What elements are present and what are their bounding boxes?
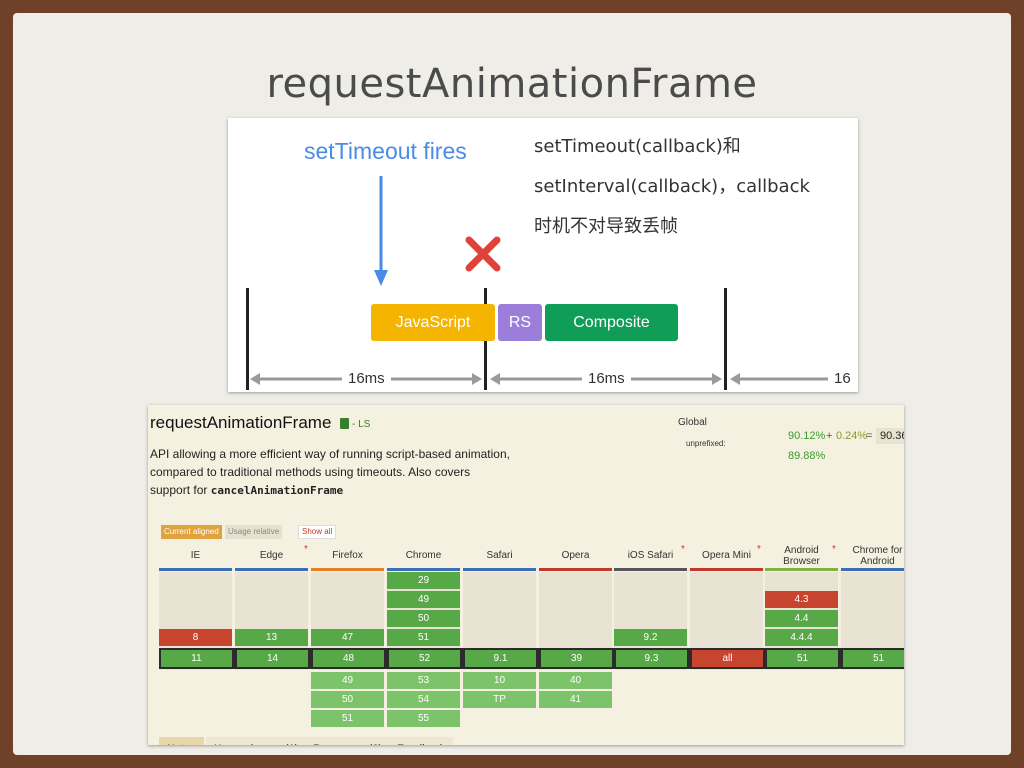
description-code: cancelAnimationFrame [210, 484, 344, 497]
version-cell[interactable]: 4.3 [765, 591, 838, 608]
browser-name: Firefox [332, 550, 363, 561]
browser-name: Safari [486, 550, 513, 561]
version-cell[interactable]: 53 [387, 672, 460, 689]
browser-underline [765, 568, 838, 571]
settimeout-fires-label: setTimeout fires [304, 138, 467, 164]
browser-name: Chrome [405, 550, 442, 561]
current-version-cell[interactable]: 48 [313, 650, 384, 667]
star-icon: * [757, 544, 761, 555]
version-cell[interactable]: 9.2 [614, 629, 687, 646]
browser-underline [614, 568, 687, 571]
global-label: Global [678, 417, 707, 428]
slide-title: requestAnimationFrame [266, 61, 758, 107]
browser-underline [690, 568, 763, 571]
current-version-cell[interactable]: all [692, 650, 763, 667]
browser-name: iOS Safari [627, 550, 674, 561]
browser-name: Android Browser [783, 545, 820, 567]
version-cell[interactable]: 10 [463, 672, 536, 689]
feature-description: API allowing a more efficient way of run… [148, 445, 510, 500]
browser-underline [311, 568, 384, 571]
tab-notes[interactable]: Notes [159, 737, 204, 745]
version-cell[interactable]: 41 [539, 691, 612, 708]
frame-timing-diagram: setTimeout fires setTimeout(callback)和 s… [228, 118, 858, 392]
tab-known-issues[interactable]: Known issues (1) [206, 737, 307, 745]
tab-feedback[interactable]: Feedback [389, 737, 454, 745]
browser-underline [159, 568, 232, 571]
browser-underline [235, 568, 308, 571]
browser-underline [841, 568, 904, 571]
current-version-cell[interactable]: 52 [389, 650, 460, 667]
global-supported: 90.12% [788, 430, 826, 442]
version-cell[interactable]: TP [463, 691, 536, 708]
browser-name: Edge [259, 550, 284, 561]
timeline-arrows [250, 373, 828, 385]
caniuse-panel: requestAnimationFrame - LS API allowing … [148, 405, 904, 745]
current-version-cell[interactable]: 11 [161, 650, 232, 667]
global-plus: + [826, 430, 833, 442]
version-cell[interactable]: 51 [387, 629, 460, 646]
version-cell[interactable]: 51 [311, 710, 384, 727]
version-cell[interactable]: 50 [311, 691, 384, 708]
browser-underline [539, 568, 612, 571]
browser-underline [387, 568, 460, 571]
browser-name: Opera Mini [702, 550, 751, 561]
current-aligned-toggle[interactable]: Current aligned [161, 525, 222, 539]
current-version-cell[interactable]: 9.3 [616, 650, 687, 667]
version-cell[interactable]: 4.4.4 [765, 629, 838, 646]
duration-label: 16ms [582, 370, 631, 387]
version-cell[interactable]: 40 [539, 672, 612, 689]
note-line-2: setInterval(callback)，callback [534, 176, 810, 197]
star-icon: * [304, 544, 308, 555]
version-cell[interactable]: 8 [159, 629, 232, 646]
version-cell[interactable]: 49 [311, 672, 384, 689]
note-line-3: 时机不对导致丢帧 [534, 216, 678, 237]
usage-relative-toggle[interactable]: Usage relative [225, 525, 283, 539]
version-cell[interactable]: 50 [387, 610, 460, 627]
browser-name: Opera [561, 550, 590, 561]
spec-doc-icon [340, 418, 349, 429]
version-cell[interactable]: 47 [311, 629, 384, 646]
version-cell[interactable]: 49 [387, 591, 460, 608]
slide: requestAnimationFrame setTimeout fires s… [13, 13, 1011, 755]
browser-name: IE [190, 550, 201, 561]
feature-title[interactable]: requestAnimationFrame [148, 413, 331, 433]
browser-underline [463, 568, 536, 571]
version-cell[interactable]: 13 [235, 629, 308, 646]
version-cell[interactable]: 55 [387, 710, 460, 727]
show-all-toggle[interactable]: Show all [298, 525, 337, 539]
note-line-1: setTimeout(callback)和 [534, 136, 741, 157]
current-version-cell[interactable]: 14 [237, 650, 308, 667]
arrow-down-icon [374, 176, 388, 286]
current-version-cell[interactable]: 51 [843, 650, 904, 667]
spec-status[interactable]: - LS [352, 419, 370, 430]
browser-name: Chrome for Android [852, 545, 903, 567]
version-cell[interactable]: 29 [387, 572, 460, 589]
global-equals: = [866, 430, 873, 442]
current-version-cell[interactable]: 9.1 [465, 650, 536, 667]
star-icon: * [681, 544, 685, 555]
star-icon: * [832, 544, 836, 555]
duration-label: 16ms [342, 370, 391, 387]
current-version-cell[interactable]: 51 [767, 650, 838, 667]
duration-label: 16 [828, 370, 857, 387]
global-partial: 0.24% [836, 430, 868, 442]
javascript-block: JavaScript [371, 304, 495, 341]
unprefixed-label: unprefixed: [686, 439, 726, 448]
rs-block: RS [498, 304, 542, 341]
composite-block: Composite [545, 304, 678, 341]
version-cell[interactable]: 54 [387, 691, 460, 708]
cross-icon [465, 236, 501, 272]
unprefixed-value: 89.88% [788, 450, 826, 462]
global-total: 90.36% [876, 428, 904, 444]
current-version-cell[interactable]: 39 [541, 650, 612, 667]
version-cell[interactable]: 4.4 [765, 610, 838, 627]
tab-resources[interactable]: Resources (6) [305, 737, 391, 745]
